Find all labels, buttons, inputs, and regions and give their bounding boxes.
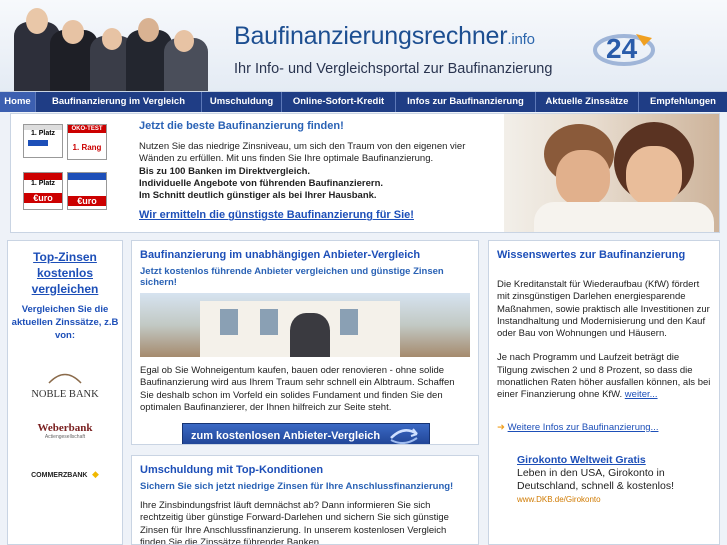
anbieter-vergleich-button[interactable]: zum kostenlosen Anbieter-Vergleich bbox=[182, 423, 430, 444]
svg-text:24: 24 bbox=[606, 33, 638, 64]
nav-aktuelle-zinssaetze[interactable]: Aktuelle Zinssätze bbox=[536, 92, 639, 112]
top-zinsen-link[interactable]: Top-Zinsen kostenlos vergleichen bbox=[8, 249, 122, 297]
weberbank-logo[interactable]: Weberbank Actiengesellschaft bbox=[8, 422, 122, 440]
commerzbank-ribbon-icon: ◆ bbox=[91, 469, 99, 479]
header: Baufinanzierungsrechner.info Ihr Info- u… bbox=[0, 0, 727, 92]
more-info-link[interactable]: Weitere Infos zur Baufinanzierung... bbox=[508, 422, 659, 433]
award-badge-1: 1. Platz bbox=[23, 124, 63, 158]
site-title-tld: .info bbox=[507, 31, 535, 48]
nav-online-sofort-kredit[interactable]: Online-Sofort-Kredit bbox=[282, 92, 396, 112]
umschuldung-section: Umschuldung mit Top-Konditionen Sichern … bbox=[131, 455, 479, 545]
commerzbank-logo[interactable]: COMMERZBANK ◆ bbox=[8, 464, 122, 482]
nav-umschuldung[interactable]: Umschuldung bbox=[202, 92, 282, 112]
girokonto-ad[interactable]: Girokonto Weltweit Gratis Leben in den U… bbox=[517, 454, 719, 506]
site-subtitle: Ihr Info- und Vergleichsportal zur Baufi… bbox=[234, 61, 553, 77]
award-badge-oekotest: ÖKO-TEST 1. Rang bbox=[67, 124, 107, 160]
umschuldung-title: Umschuldung mit Top-Konditionen bbox=[140, 464, 324, 476]
kfw-paragraph-2: Je nach Programm und Laufzeit beträgt di… bbox=[489, 352, 719, 401]
vergleich-section: Baufinanzierung im unabhängigen Anbieter… bbox=[131, 240, 479, 445]
site-title-name: Baufinanzierungsrechner bbox=[234, 22, 508, 50]
award-badge-euro-2: €uro bbox=[67, 172, 107, 210]
left-subtitle: Vergleichen Sie die aktuellen Zinssätze,… bbox=[11, 304, 119, 341]
umschuldung-text: Ihre Zinsbindungsfrist läuft demnächst a… bbox=[140, 500, 449, 545]
kfw-paragraph-1: Die Kreditanstalt für Wiederaufbau (KfW)… bbox=[497, 279, 710, 340]
banner-benefit-1: Bis zu 100 Banken im Direktvergleich. bbox=[139, 165, 311, 177]
header-people-image bbox=[14, 0, 224, 91]
ad-title[interactable]: Girokonto Weltweit Gratis bbox=[517, 454, 719, 467]
noble-bank-logo[interactable]: NOBLE BANK bbox=[8, 370, 122, 400]
banner-benefit-2: Individuelle Angebote von führenden Bauf… bbox=[139, 177, 384, 189]
site-title[interactable]: Baufinanzierungsrechner.info bbox=[234, 22, 535, 51]
kfw-paragraph-2-text: Je nach Programm und Laufzeit beträgt di… bbox=[497, 352, 711, 401]
wissenswertes-title: Wissenswertes zur Baufinanzierung bbox=[497, 249, 686, 261]
noble-bank-crest-icon bbox=[48, 373, 82, 384]
anbieter-vergleich-label: zum kostenlosen Anbieter-Vergleich bbox=[191, 430, 381, 443]
main-navigation: Home Baufinanzierung im Vergleich Umschu… bbox=[0, 92, 727, 112]
ad-body: Leben in den USA, Girokonto in Deutschla… bbox=[517, 466, 675, 492]
vergleich-text: Egal ob Sie Wohneigentum kaufen, bauen o… bbox=[140, 365, 455, 413]
banner-intro: Nutzen Sie das niedrige Zinsniveau, um s… bbox=[139, 141, 466, 165]
banner-headline: Jetzt die beste Baufinanzierung finden! bbox=[139, 120, 344, 132]
right-sidebar: Wissenswertes zur Baufinanzierung Die Kr… bbox=[488, 240, 720, 545]
award-badge-euro-1: 1. Platz €uro bbox=[23, 172, 63, 210]
house-photo bbox=[140, 293, 470, 357]
nav-home[interactable]: Home bbox=[0, 92, 36, 112]
logo-24-icon: 24 bbox=[593, 33, 655, 66]
banner-cta-link[interactable]: Wir ermitteln die günstigste Baufinanzie… bbox=[139, 209, 499, 221]
vergleich-subtitle: Jetzt kostenlos führende Anbieter vergle… bbox=[140, 266, 444, 288]
left-sidebar: Top-Zinsen kostenlos vergleichen Verglei… bbox=[7, 240, 123, 545]
more-info-row[interactable]: ➜ Weitere Infos zur Baufinanzierung... bbox=[489, 422, 719, 434]
refresh-arrows-icon bbox=[390, 428, 418, 444]
nav-infos-baufinanzierung[interactable]: Infos zur Baufinanzierung bbox=[396, 92, 536, 112]
weiter-link[interactable]: weiter... bbox=[625, 389, 658, 400]
arrow-right-icon: ➜ bbox=[497, 421, 505, 433]
ad-url[interactable]: www.DKB.de/Girokonto bbox=[517, 493, 719, 506]
banner-text: Jetzt die beste Baufinanzierung finden! … bbox=[139, 120, 499, 221]
nav-baufinanzierung-vergleich[interactable]: Baufinanzierung im Vergleich bbox=[36, 92, 202, 112]
banner-benefit-3: Im Schnitt deutlich günstiger als bei Ih… bbox=[139, 190, 377, 202]
nav-empfehlungen[interactable]: Empfehlungen bbox=[639, 92, 727, 112]
vergleich-title: Baufinanzierung im unabhängigen Anbieter… bbox=[140, 249, 421, 261]
couple-photo bbox=[504, 114, 719, 232]
hero-banner: 1. Platz ÖKO-TEST 1. Rang 1. Platz €uro … bbox=[10, 113, 720, 233]
umschuldung-subtitle: Sichern Sie sich jetzt niedrige Zinsen f… bbox=[140, 481, 454, 492]
